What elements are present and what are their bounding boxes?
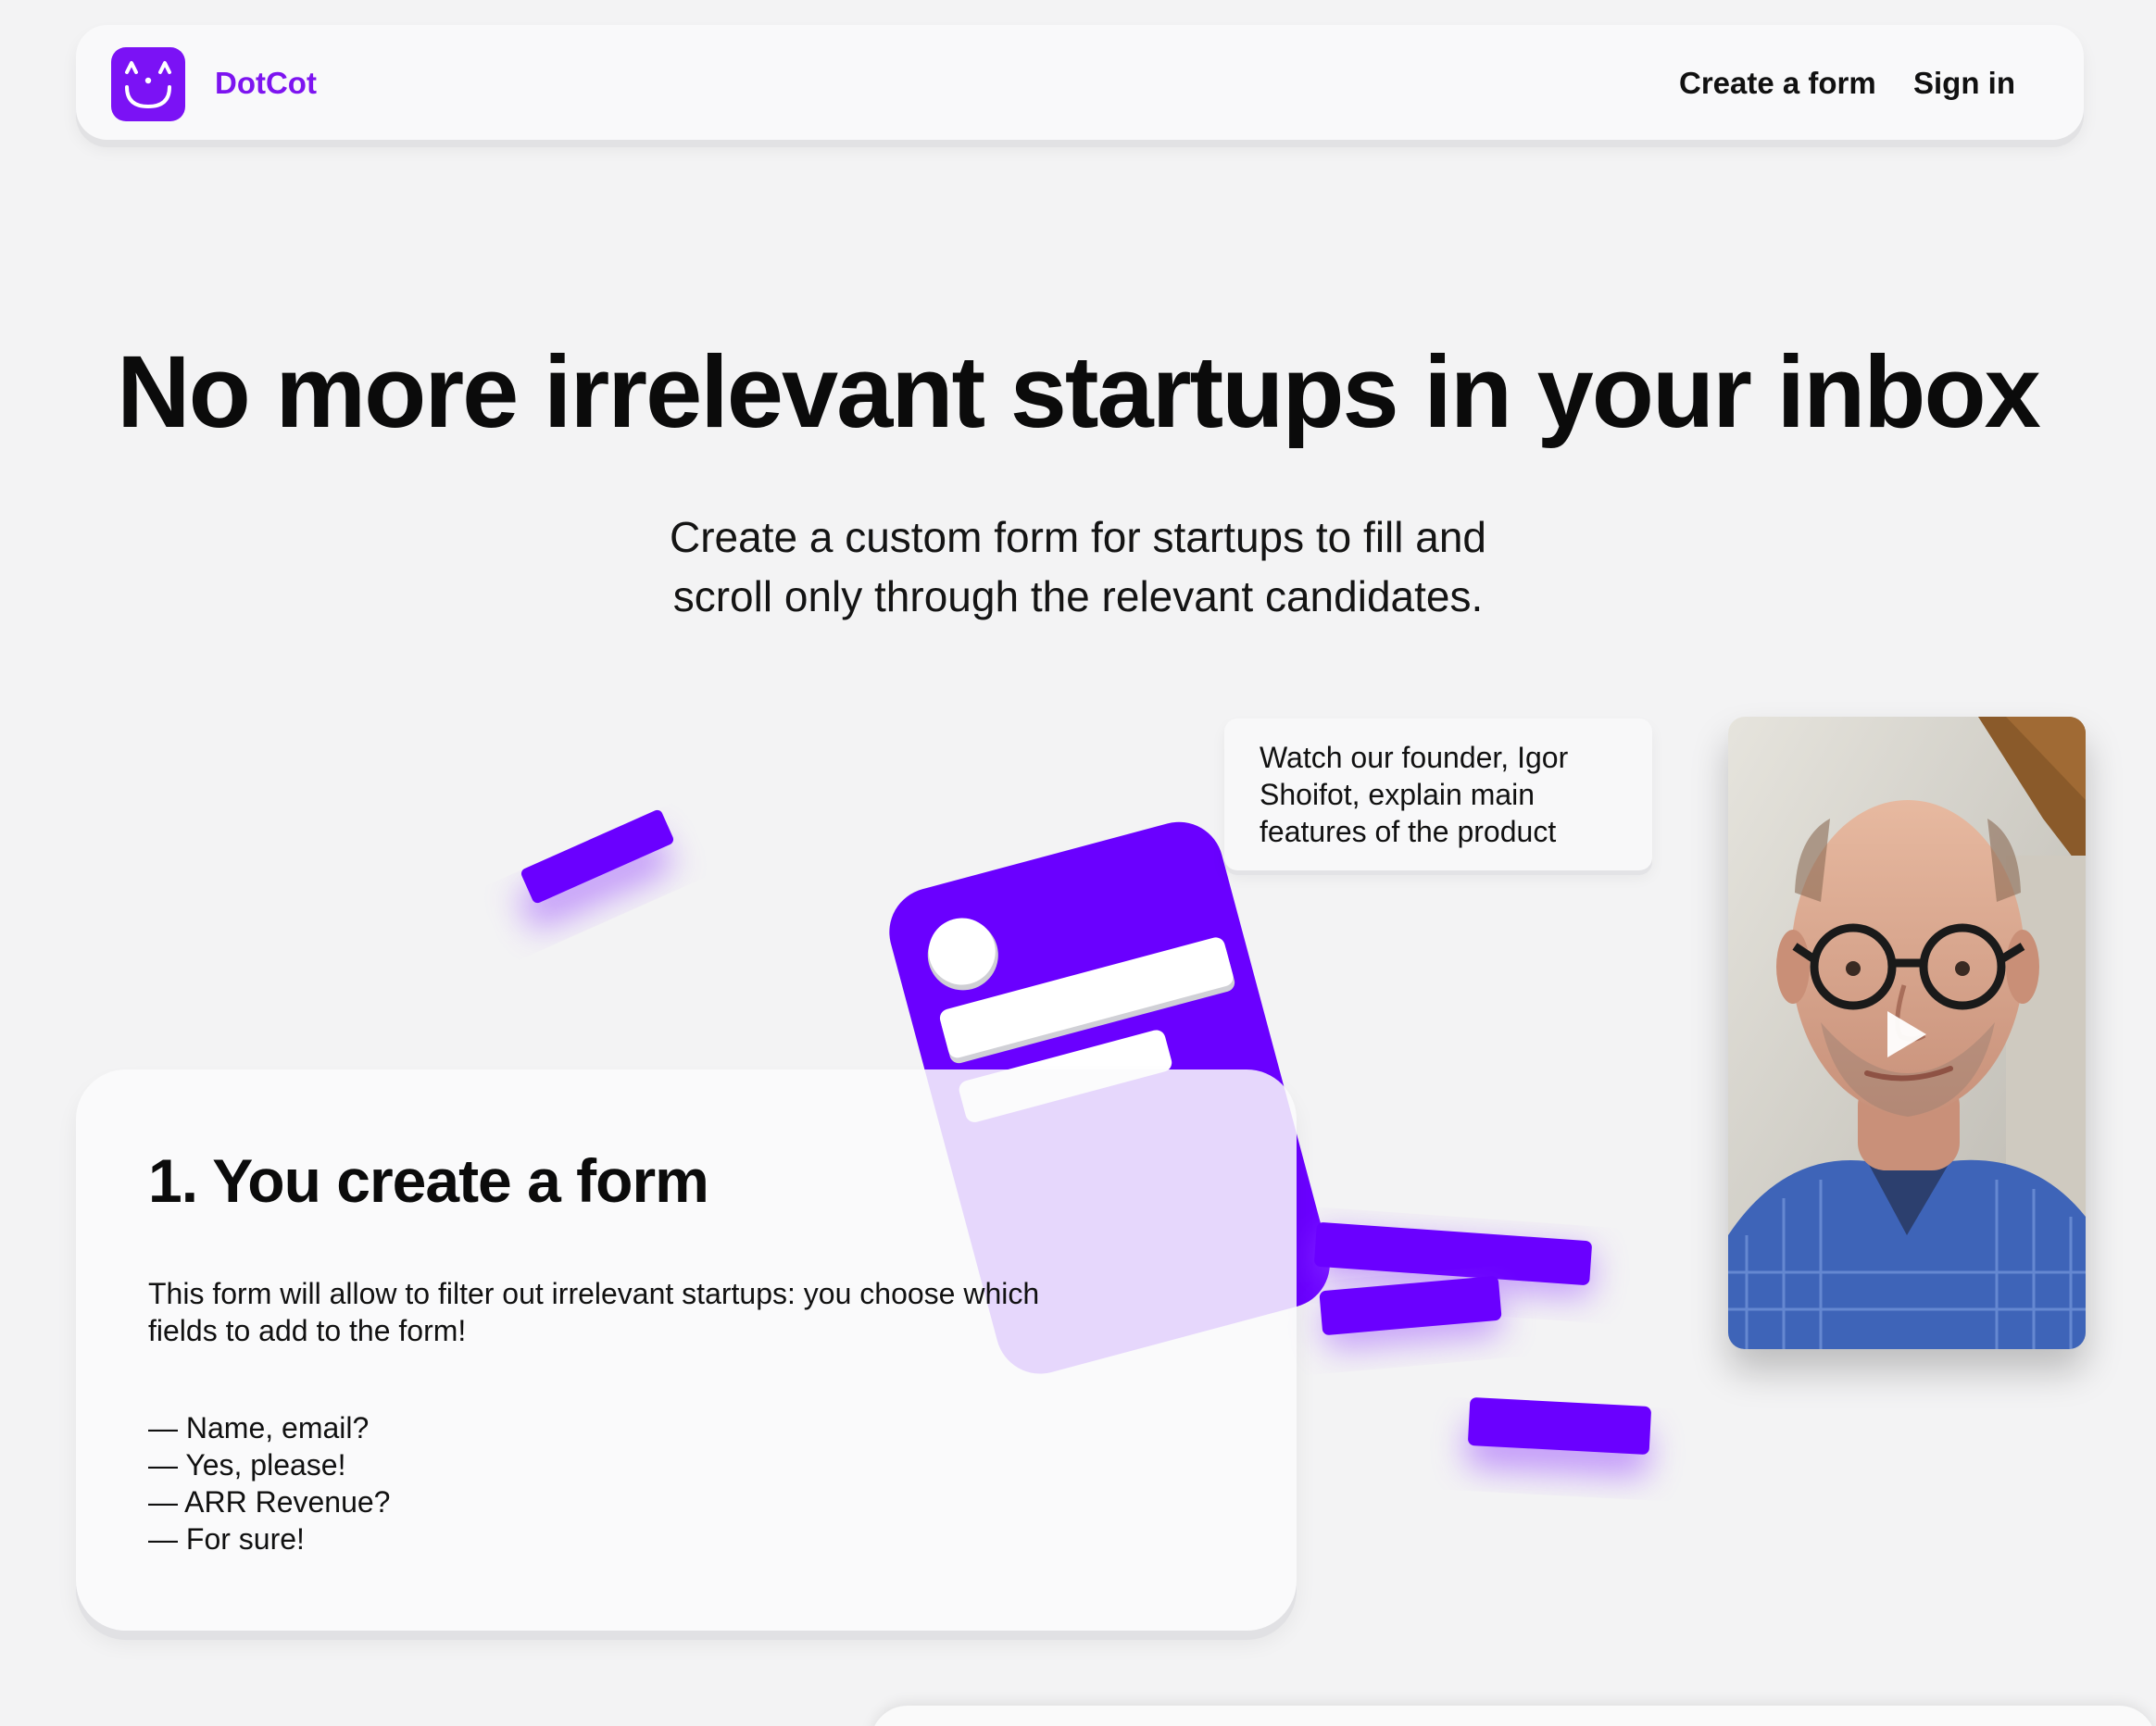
floating-bar-top-left — [519, 809, 674, 930]
founder-video-player[interactable] — [1728, 717, 2086, 1349]
floating-bars-right — [1314, 1222, 1651, 1477]
founder-video-callout: Watch our founder, Igor Shoifot, explain… — [1224, 719, 1652, 870]
qa-list-item: — For sure! — [148, 1522, 305, 1556]
step-card-create-form: 1. You create a form This form will allo… — [76, 1069, 1297, 1631]
qa-list-item: — Yes, please! — [148, 1448, 346, 1482]
landing-page: DotCot Create a form Sign in No more irr… — [0, 0, 2156, 1726]
step-description-line-2: fields to add to the form! — [148, 1314, 467, 1347]
step-title: 1. You create a form — [148, 1146, 709, 1215]
callout-line-1: Watch our founder, Igor — [1260, 741, 1569, 774]
callout-line-2: Shoifot, explain main — [1260, 778, 1536, 811]
callout-line-3: features of the product — [1260, 815, 1557, 848]
qa-list-item: — Name, email? — [148, 1411, 370, 1445]
next-section-card — [871, 1706, 2156, 1726]
qa-list-item: — ARR Revenue? — [148, 1485, 391, 1519]
founder-video-thumbnail — [1728, 717, 2086, 1349]
step-description: This form will allow to filter out irrel… — [148, 1275, 1148, 1349]
step-description-line-1: This form will allow to filter out irrel… — [148, 1277, 1040, 1310]
qa-list: — Name, email? — Yes, please! — ARR Reve… — [148, 1409, 390, 1557]
